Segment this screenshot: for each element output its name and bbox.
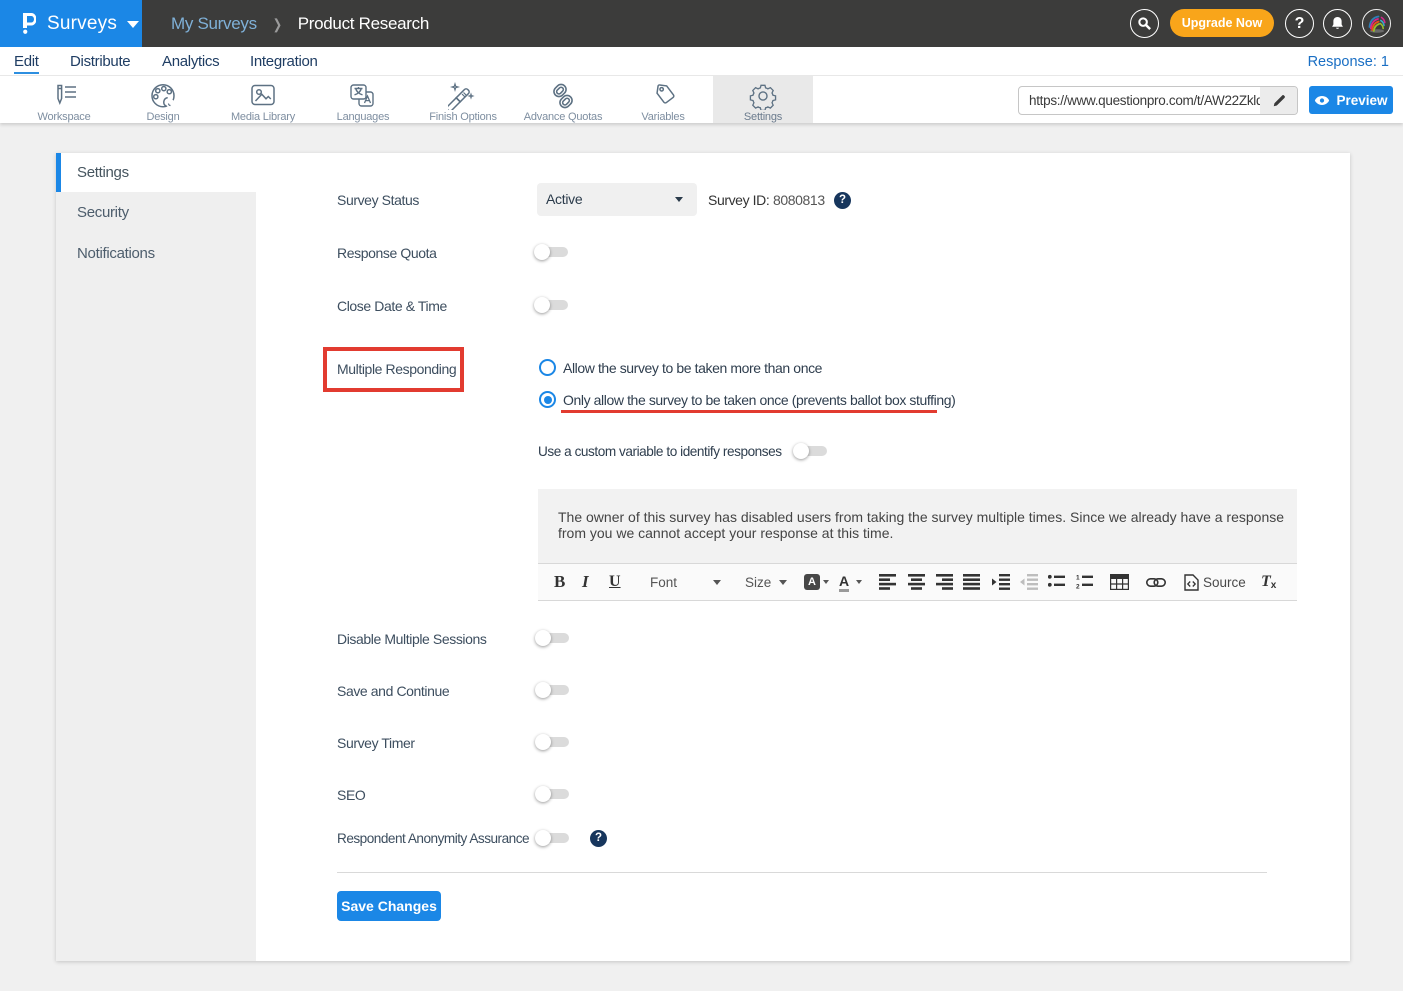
svg-text:1: 1	[1076, 575, 1080, 582]
svg-text:2: 2	[1076, 584, 1080, 590]
